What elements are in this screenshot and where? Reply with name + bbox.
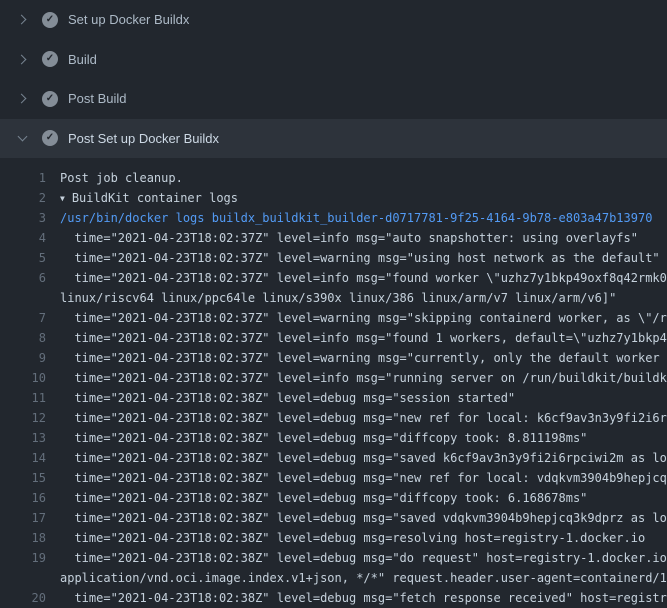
log-line-number[interactable]: 10	[0, 368, 46, 388]
log-line: linux/riscv64 linux/ppc64le linux/s390x …	[0, 288, 667, 308]
log-line: 11 time="2021-04-23T18:02:38Z" level=deb…	[0, 388, 667, 408]
log-line-number[interactable]: 19	[0, 548, 46, 568]
log-line-number[interactable]: 16	[0, 488, 46, 508]
log-line: 9 time="2021-04-23T18:02:37Z" level=warn…	[0, 348, 667, 368]
log-line: 20 time="2021-04-23T18:02:38Z" level=deb…	[0, 588, 667, 608]
log-line-command: 3/usr/bin/docker logs buildx_buildkit_bu…	[0, 208, 667, 228]
log-line-text: time="2021-04-23T18:02:38Z" level=debug …	[46, 448, 667, 468]
check-circle-icon: ✓	[42, 91, 58, 107]
log-line-number[interactable]: 14	[0, 448, 46, 468]
log-line-text: time="2021-04-23T18:02:37Z" level=info m…	[46, 368, 667, 388]
log-line-number[interactable]: 20	[0, 588, 46, 608]
check-circle-icon: ✓	[42, 51, 58, 67]
log-line-text: time="2021-04-23T18:02:37Z" level=warnin…	[46, 348, 667, 368]
log-line-text: time="2021-04-23T18:02:38Z" level=debug …	[46, 548, 667, 568]
step-label: Build	[68, 52, 97, 67]
step-header-post-set-up-docker-buildx[interactable]: ✓ Post Set up Docker Buildx	[0, 119, 667, 159]
log-line-text: time="2021-04-23T18:02:38Z" level=debug …	[46, 588, 667, 608]
log-line: application/vnd.oci.image.index.v1+json,…	[0, 568, 667, 588]
log-line: 14 time="2021-04-23T18:02:38Z" level=deb…	[0, 448, 667, 468]
log-line-number[interactable]: 12	[0, 408, 46, 428]
log-line: 7 time="2021-04-23T18:02:37Z" level=warn…	[0, 308, 667, 328]
log-line: 1Post job cleanup.	[0, 168, 667, 188]
chevron-down-icon	[16, 136, 28, 140]
log-line: 6 time="2021-04-23T18:02:37Z" level=info…	[0, 268, 667, 288]
log-line-number[interactable]: 17	[0, 508, 46, 528]
log-line-number[interactable]: 8	[0, 328, 46, 348]
log-line-text[interactable]: ▼BuildKit container logs	[46, 188, 238, 208]
log-line: 16 time="2021-04-23T18:02:38Z" level=deb…	[0, 488, 667, 508]
steps-list: ✓ Set up Docker Buildx ✓ Build ✓ Post Build ✓ P…	[0, 0, 667, 158]
log-line-text: linux/riscv64 linux/ppc64le linux/s390x …	[46, 288, 616, 308]
log-line: 12 time="2021-04-23T18:02:38Z" level=deb…	[0, 408, 667, 428]
log-line-text: Post job cleanup.	[46, 168, 183, 188]
chevron-right-icon	[16, 95, 28, 102]
log-line-group: 2▼BuildKit container logs	[0, 188, 667, 208]
log-line-text: time="2021-04-23T18:02:38Z" level=debug …	[46, 508, 667, 528]
log-line: 17 time="2021-04-23T18:02:38Z" level=deb…	[0, 508, 667, 528]
log-line-text: time="2021-04-23T18:02:38Z" level=debug …	[46, 388, 515, 408]
log-line-text: time="2021-04-23T18:02:37Z" level=info m…	[46, 328, 667, 348]
log-line-number[interactable]: 9	[0, 348, 46, 368]
log-line-text: time="2021-04-23T18:02:38Z" level=debug …	[46, 428, 587, 448]
log-line-number[interactable]: 18	[0, 528, 46, 548]
log-line-text: time="2021-04-23T18:02:37Z" level=info m…	[46, 228, 638, 248]
log-line: 18 time="2021-04-23T18:02:38Z" level=deb…	[0, 528, 667, 548]
triangle-down-icon[interactable]: ▼	[60, 189, 65, 208]
log-area: 1Post job cleanup.2▼BuildKit container l…	[0, 158, 667, 608]
log-line-text: /usr/bin/docker logs buildx_buildkit_bui…	[46, 208, 652, 228]
log-line-text: time="2021-04-23T18:02:38Z" level=debug …	[46, 408, 667, 428]
log-line-number[interactable]: 1	[0, 168, 46, 188]
log-line-number[interactable]: 3	[0, 208, 46, 228]
log-line-number[interactable]: 2	[0, 188, 46, 208]
log-line-text: time="2021-04-23T18:02:38Z" level=debug …	[46, 488, 587, 508]
log-line-number[interactable]: 13	[0, 428, 46, 448]
log-line-text: time="2021-04-23T18:02:37Z" level=warnin…	[46, 248, 660, 268]
log-line: 4 time="2021-04-23T18:02:37Z" level=info…	[0, 228, 667, 248]
log-line: 10 time="2021-04-23T18:02:37Z" level=inf…	[0, 368, 667, 388]
log-line-number[interactable]: 7	[0, 308, 46, 328]
step-label: Set up Docker Buildx	[68, 12, 189, 27]
chevron-right-icon	[16, 56, 28, 63]
log-line-number[interactable]: 11	[0, 388, 46, 408]
step-label: Post Set up Docker Buildx	[68, 131, 219, 146]
log-line-text: time="2021-04-23T18:02:38Z" level=debug …	[46, 468, 667, 488]
log-line: 8 time="2021-04-23T18:02:37Z" level=info…	[0, 328, 667, 348]
log-line-text: time="2021-04-23T18:02:37Z" level=info m…	[46, 268, 667, 288]
log-line: 13 time="2021-04-23T18:02:38Z" level=deb…	[0, 428, 667, 448]
step-header-build[interactable]: ✓ Build	[0, 40, 667, 80]
log-line-number[interactable]: 4	[0, 228, 46, 248]
log-line-text: time="2021-04-23T18:02:38Z" level=debug …	[46, 528, 645, 548]
log-line-number	[0, 568, 46, 588]
log-line-number	[0, 288, 46, 308]
chevron-right-icon	[16, 16, 28, 23]
workflow-job-log-viewer: ✓ Set up Docker Buildx ✓ Build ✓ Post Build ✓ P…	[0, 0, 667, 608]
log-line-text: application/vnd.oci.image.index.v1+json,…	[46, 568, 667, 588]
log-line-number[interactable]: 5	[0, 248, 46, 268]
log-line: 19 time="2021-04-23T18:02:38Z" level=deb…	[0, 548, 667, 568]
step-label: Post Build	[68, 91, 127, 106]
check-circle-icon: ✓	[42, 12, 58, 28]
step-header-post-build[interactable]: ✓ Post Build	[0, 79, 667, 119]
log-line: 5 time="2021-04-23T18:02:37Z" level=warn…	[0, 248, 667, 268]
step-header-set-up-docker-buildx[interactable]: ✓ Set up Docker Buildx	[0, 0, 667, 40]
log-line-number[interactable]: 6	[0, 268, 46, 288]
log-line-number[interactable]: 15	[0, 468, 46, 488]
log-line-text: time="2021-04-23T18:02:37Z" level=warnin…	[46, 308, 667, 328]
log-line: 15 time="2021-04-23T18:02:38Z" level=deb…	[0, 468, 667, 488]
check-circle-icon: ✓	[42, 130, 58, 146]
